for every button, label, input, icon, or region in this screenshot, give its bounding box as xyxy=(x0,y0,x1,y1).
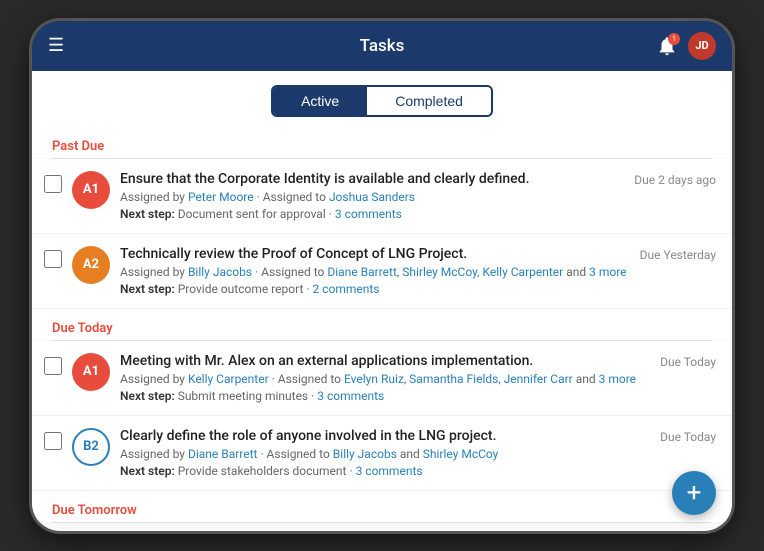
task-assigned-to-2[interactable]: Diane Barrett, Shirley McCoy, Kelly Carp… xyxy=(327,265,563,279)
task-title-1: Ensure that the Corporate Identity is av… xyxy=(120,171,624,187)
task-assigned-to-1[interactable]: Joshua Sanders xyxy=(329,190,415,204)
task-title-3: Meeting with Mr. Alex on an external app… xyxy=(120,353,650,369)
task-avatar-2: A2 xyxy=(72,246,110,284)
hamburger-icon[interactable]: ☰ xyxy=(48,37,64,55)
task-comments-4[interactable]: 3 comments xyxy=(356,464,423,478)
page-title: Tasks xyxy=(360,36,405,56)
section-due-tomorrow-header: Due Tomorrow xyxy=(32,491,732,522)
header-left: ☰ xyxy=(48,37,64,55)
avatar[interactable]: JD xyxy=(688,32,716,60)
section-title-due-today: Due Today xyxy=(52,321,113,336)
task-next-step-3: Next step: Submit meeting minutes · 3 co… xyxy=(120,389,650,403)
task-right-3: Due Today xyxy=(660,353,716,373)
task-right-1: Due 2 days ago xyxy=(634,171,716,191)
task-assigned-by-3[interactable]: Kelly Carpenter xyxy=(188,372,269,386)
task-title-4: Clearly define the role of anyone involv… xyxy=(120,428,650,444)
task-next-step-2: Next step: Provide outcome report · 2 co… xyxy=(120,282,630,296)
task-assigned-by-4[interactable]: Diane Barrett xyxy=(188,447,258,461)
notification-button[interactable]: 1 xyxy=(656,35,678,57)
add-task-button[interactable]: + xyxy=(672,471,716,515)
task-checkbox-2[interactable] xyxy=(44,250,62,268)
next-step-label-3: Next step: xyxy=(120,389,175,403)
task-next-step-4: Next step: Provide stakeholders document… xyxy=(120,464,650,478)
next-step-label-4: Next step: xyxy=(120,464,175,478)
task-avatar-4: B2 xyxy=(72,428,110,466)
task-checkbox-1[interactable] xyxy=(44,175,62,193)
table-row: A1 Meeting with Mr. Alex on an external … xyxy=(32,341,732,416)
task-meta-2: Assigned by Billy Jacobs · Assigned to D… xyxy=(120,265,630,279)
task-checkbox-3[interactable] xyxy=(44,357,62,375)
divider-due-tomorrow xyxy=(52,522,712,523)
task-due-1: Due 2 days ago xyxy=(634,173,716,191)
task-content-3: Meeting with Mr. Alex on an external app… xyxy=(120,353,650,403)
task-meta-4: Assigned by Diane Barrett · Assigned to … xyxy=(120,447,650,461)
header-right: 1 JD xyxy=(656,32,716,60)
next-step-label-2: Next step: xyxy=(120,282,175,296)
task-assigned-to-4[interactable]: Billy Jacobs xyxy=(333,447,397,461)
task-avatar-3: A1 xyxy=(72,353,110,391)
task-comments-2[interactable]: 2 comments xyxy=(312,282,379,296)
task-next-step-1: Next step: Document sent for approval · … xyxy=(120,207,624,221)
task-title-2: Technically review the Proof of Concept … xyxy=(120,246,630,262)
table-row: B2 Clearly define the role of anyone inv… xyxy=(32,416,732,491)
tab-switcher: Active Completed xyxy=(32,71,732,127)
task-content-2: Technically review the Proof of Concept … xyxy=(120,246,630,296)
task-due-2: Due Yesterday xyxy=(640,248,716,266)
task-meta-3: Assigned by Kelly Carpenter · Assigned t… xyxy=(120,372,650,386)
app-header: ☰ Tasks 1 JD xyxy=(32,21,732,71)
task-assigned-more-2[interactable]: 3 more xyxy=(589,265,626,279)
tab-active[interactable]: Active xyxy=(273,87,367,115)
task-assigned-to-3[interactable]: Evelyn Ruiz, Samantha Fields, Jennifer C… xyxy=(344,372,573,386)
section-past-due-header: Past Due xyxy=(32,127,732,158)
next-step-label-1: Next step: xyxy=(120,207,175,221)
task-avatar-1: A1 xyxy=(72,171,110,209)
notification-badge: 1 xyxy=(668,33,680,45)
tab-completed[interactable]: Completed xyxy=(367,87,491,115)
task-comments-3[interactable]: 3 comments xyxy=(317,389,384,403)
app-content: Active Completed Past Due A1 Ensure that… xyxy=(32,71,732,531)
section-due-today-header: Due Today xyxy=(32,309,732,340)
task-meta-1: Assigned by Peter Moore · Assigned to Jo… xyxy=(120,190,624,204)
task-content-4: Clearly define the role of anyone involv… xyxy=(120,428,650,478)
task-right-4: Due Today xyxy=(660,428,716,448)
task-due-4: Due Today xyxy=(660,430,716,448)
task-assigned-by-1[interactable]: Peter Moore xyxy=(188,190,254,204)
task-right-2: Due Yesterday xyxy=(640,246,716,266)
tab-group: Active Completed xyxy=(271,85,493,117)
task-checkbox-4[interactable] xyxy=(44,432,62,450)
task-content-1: Ensure that the Corporate Identity is av… xyxy=(120,171,624,221)
task-assigned-to-4b[interactable]: Shirley McCoy xyxy=(423,447,499,461)
table-row: A1 Ensure that the Corporate Identity is… xyxy=(32,159,732,234)
table-row: A2 Technically review the Proof of Conce… xyxy=(32,234,732,309)
task-assigned-more-3[interactable]: 3 more xyxy=(599,372,636,386)
section-title-due-tomorrow: Due Tomorrow xyxy=(52,503,137,518)
task-due-3: Due Today xyxy=(660,355,716,373)
tablet-frame: ☰ Tasks 1 JD Active Completed Past Due xyxy=(32,21,732,531)
section-title-past-due: Past Due xyxy=(52,139,104,154)
task-assigned-by-2[interactable]: Billy Jacobs xyxy=(188,265,252,279)
task-comments-1[interactable]: 3 comments xyxy=(335,207,402,221)
